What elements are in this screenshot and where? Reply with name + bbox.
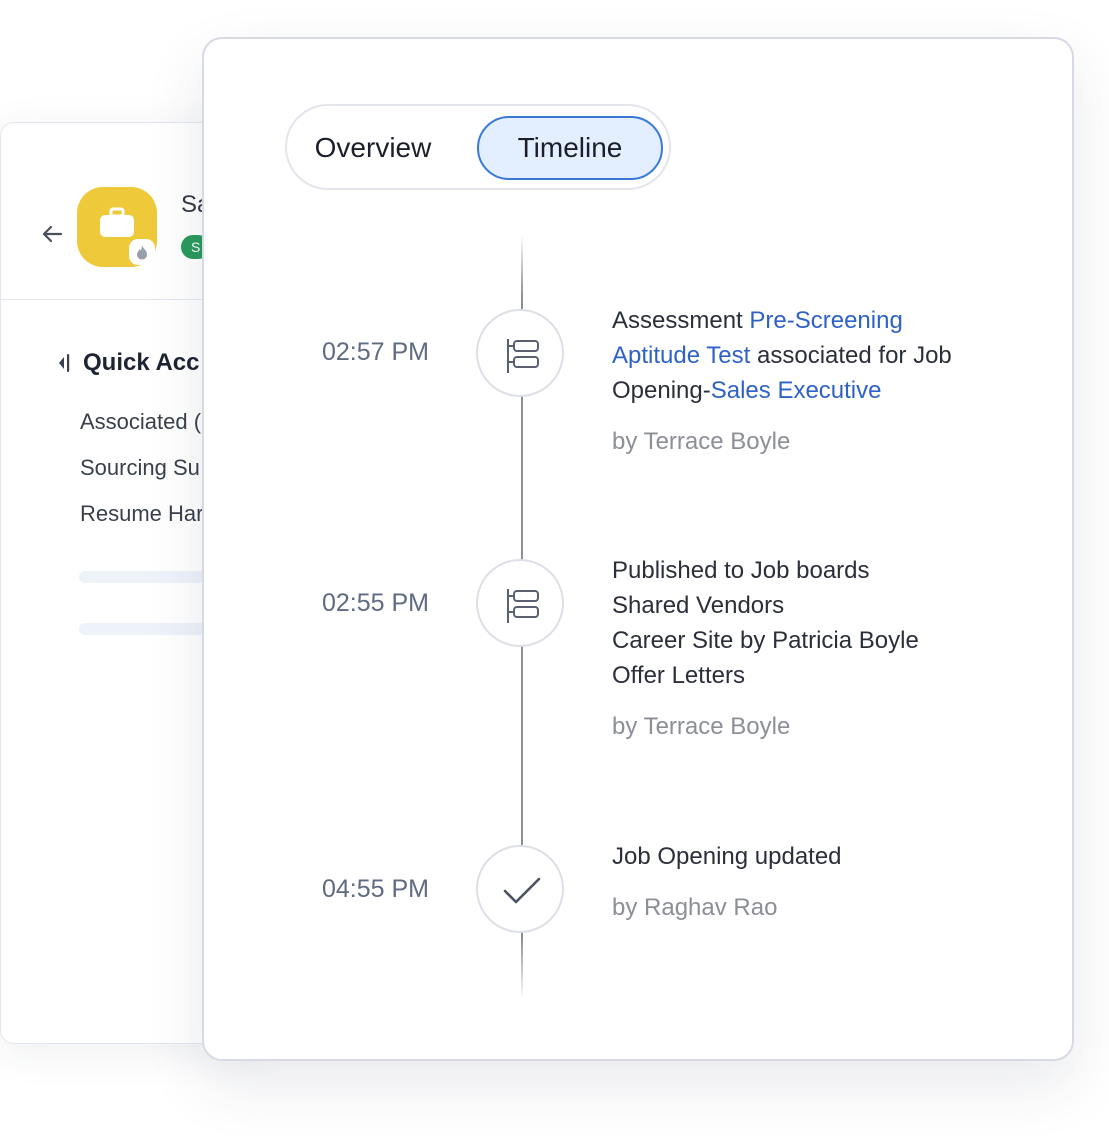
entry-text: Shared Vendors (612, 592, 785, 619)
hot-badge (129, 239, 155, 265)
timeline-time: 04:55 PM (322, 875, 430, 903)
quick-access-item[interactable]: Resume Har (80, 499, 203, 545)
quick-access-title: Quick Acc (83, 349, 200, 376)
entry-text: Opening-Sales Executive (612, 373, 1012, 408)
view-toggle: Overview Timeline (285, 104, 671, 190)
entry-author: by Terrace Boyle (612, 428, 791, 455)
back-arrow-icon[interactable] (39, 221, 65, 247)
entry-text-fragment: associated for Job (750, 342, 952, 369)
list-icon (507, 339, 539, 373)
timeline-time: 02:55 PM (322, 589, 430, 617)
quick-access-item[interactable]: Associated ( (80, 407, 203, 453)
list-icon (507, 589, 539, 623)
timeline-node (476, 309, 564, 397)
entry-text: Job Opening updated (612, 843, 842, 870)
check-icon (503, 877, 541, 904)
collapse-icon[interactable] (57, 352, 71, 374)
tab-timeline[interactable]: Timeline (477, 116, 663, 180)
entry-text: Aptitude Test associated for Job (612, 338, 1012, 373)
assessment-link[interactable]: Aptitude Test (612, 342, 750, 369)
quick-access-list: Associated ( Sourcing Su Resume Har (80, 407, 203, 545)
entry-text: Career Site by Patricia Boyle (612, 627, 919, 654)
entry-text-fragment: Assessment (612, 307, 750, 334)
timeline-node (476, 559, 564, 647)
assessment-link[interactable]: Pre-Screening (749, 307, 902, 334)
briefcase-icon (100, 207, 134, 237)
entry-text-fragment: Opening- (612, 377, 711, 404)
entry-text: Assessment Pre-Screening (612, 303, 1012, 338)
quick-access-header[interactable]: Quick Acc (57, 349, 200, 377)
job-opening-link[interactable]: Sales Executive (711, 377, 882, 404)
entry-author: by Terrace Boyle (612, 713, 791, 740)
entry-text: Offer Letters (612, 662, 745, 689)
timeline-entry: Published to Job boards Shared Vendors C… (612, 553, 1012, 741)
entry-author: by Raghav Rao (612, 894, 778, 921)
timeline-entry: Job Opening updated by Raghav Rao (612, 839, 1012, 922)
timeline-time: 02:57 PM (322, 338, 430, 366)
entry-text: Published to Job boards (612, 557, 870, 584)
job-avatar (77, 187, 157, 267)
flame-icon (137, 245, 147, 260)
tab-overview[interactable]: Overview (293, 116, 453, 180)
timeline-entry: Assessment Pre-Screening Aptitude Test a… (612, 303, 1012, 456)
timeline-card: Overview Timeline 02:57 PM Assessment Pr… (202, 37, 1074, 1061)
quick-access-item[interactable]: Sourcing Su (80, 453, 203, 499)
timeline-node (476, 845, 564, 933)
